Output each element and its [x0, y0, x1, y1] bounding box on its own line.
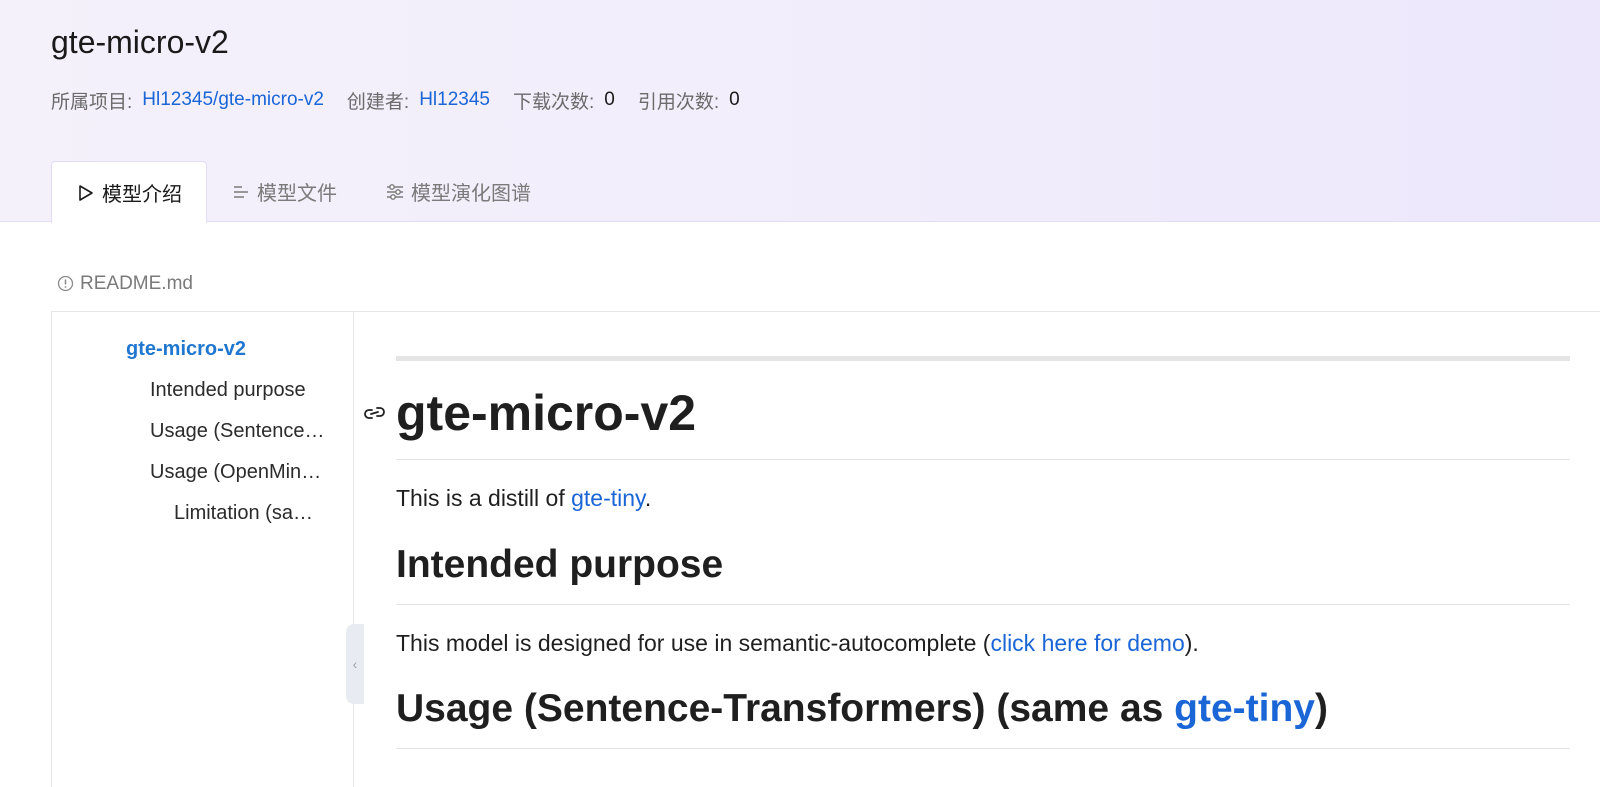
file-lines-icon	[231, 182, 251, 202]
tab-model-files[interactable]: 模型文件	[207, 161, 361, 222]
heading-underline	[396, 748, 1570, 749]
heading-intended-purpose: Intended purpose	[396, 543, 724, 586]
tab-label: 模型介绍	[102, 184, 182, 206]
toc-collapse-handle[interactable]: ‹	[346, 624, 364, 704]
table-of-contents: gte-micro-v2 Intended purpose Usage (Sen…	[52, 312, 354, 787]
heading-underline	[396, 459, 1570, 460]
readme-h1: gte-micro-v2	[396, 385, 697, 441]
toc-item-usage-sentence-transformers[interactable]: Usage (Sentence-Transformers) (same as g…	[150, 420, 326, 443]
project-link[interactable]: Hl12345/gte-micro-v2	[142, 89, 324, 111]
project-label: 所属项目:	[51, 91, 133, 113]
model-header: gte-micro-v2 所属项目: Hl12345/gte-micro-v2 …	[0, 0, 1600, 223]
toc-item-intended-purpose[interactable]: Intended purpose	[150, 379, 326, 402]
purpose-paragraph: This model is designed for use in semant…	[396, 630, 1199, 656]
readme-filename: README.md	[80, 273, 193, 294]
sliders-icon	[385, 182, 405, 202]
creator-label: 创建者:	[346, 91, 410, 113]
citations-count: 0	[729, 89, 740, 110]
toc-item-usage-openmind[interactable]: Usage (OpenMindS...)	[150, 461, 326, 484]
gte-tiny-heading-link[interactable]: gte-tiny	[1174, 687, 1315, 730]
page-title: gte-micro-v2	[51, 24, 229, 60]
gte-tiny-link[interactable]: gte-tiny	[571, 485, 645, 511]
downloads-count: 0	[604, 89, 615, 110]
horizontal-rule	[396, 356, 1570, 361]
model-meta: 所属项目: Hl12345/gte-micro-v2 创建者: Hl12345 …	[51, 86, 740, 114]
readme-card: gte-micro-v2 Intended purpose Usage (Sen…	[51, 311, 1600, 787]
tab-label: 模型演化图谱	[411, 183, 531, 205]
readme-content: gte-micro-v2 This is a distill of gte-ti…	[364, 312, 1600, 787]
downloads-label: 下载次数:	[512, 91, 595, 113]
info-circle-icon	[57, 275, 75, 293]
chevron-left-icon: ‹	[352, 656, 358, 672]
intro-paragraph: This is a distill of gte-tiny.	[396, 485, 652, 511]
heading-underline	[396, 604, 1570, 605]
toc-item-limitation[interactable]: Limitation (same as ...)	[174, 502, 316, 525]
heading-usage-sentence-transformers: Usage (Sentence-Transformers) (same as g…	[396, 687, 1328, 730]
demo-link[interactable]: click here for demo	[990, 630, 1184, 656]
play-triangle-icon	[76, 183, 96, 203]
citations-label: 引用次数:	[637, 91, 720, 113]
readme-label: README.md	[57, 273, 193, 295]
tab-label: 模型文件	[257, 183, 337, 205]
creator-link[interactable]: Hl12345	[419, 89, 490, 111]
tab-model-intro[interactable]: 模型介绍	[51, 161, 207, 223]
model-tabs: 模型介绍 模型文件 模型演化图谱	[51, 161, 555, 223]
tab-model-evolution[interactable]: 模型演化图谱	[361, 161, 555, 222]
link-anchor-icon[interactable]	[363, 403, 389, 425]
toc-item-gte-micro-v2[interactable]: gte-micro-v2	[126, 338, 326, 361]
